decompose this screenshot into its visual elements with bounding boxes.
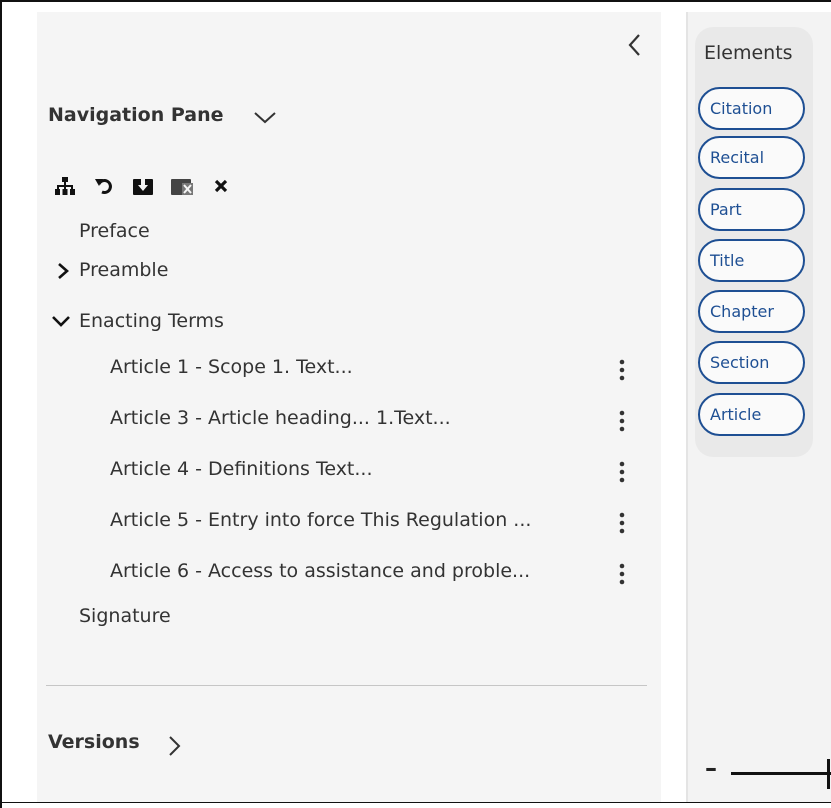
- element-chapter[interactable]: Chapter: [698, 290, 805, 333]
- element-citation[interactable]: Citation: [698, 87, 805, 130]
- element-recital[interactable]: Recital: [698, 136, 805, 179]
- tree-item-article[interactable]: Article 3 - Article heading... 1.Text...: [110, 407, 451, 429]
- tree-item-article[interactable]: Article 4 - Definitions Text...: [110, 458, 373, 480]
- navigation-panel: Navigation Pane Preface Preamble Enactin…: [37, 12, 661, 802]
- chevron-right-icon[interactable]: [165, 733, 185, 759]
- element-article[interactable]: Article: [698, 393, 805, 436]
- element-section[interactable]: Section: [698, 341, 805, 384]
- tree-item-article[interactable]: Article 6 - Access to assistance and pro…: [110, 560, 530, 582]
- chevron-right-icon[interactable]: [53, 261, 73, 281]
- elements-panel: Elements Citation Recital Part Title Cha…: [688, 12, 831, 802]
- more-options-icon[interactable]: [617, 358, 627, 382]
- panel-gutter: [661, 12, 687, 802]
- elements-title: Elements: [704, 42, 793, 64]
- more-options-icon[interactable]: [617, 409, 627, 433]
- chevron-down-icon[interactable]: [250, 108, 280, 128]
- versions-title[interactable]: Versions: [48, 731, 140, 753]
- tree-item-article[interactable]: Article 1 - Scope 1. Text...: [110, 356, 353, 378]
- element-title[interactable]: Title: [698, 239, 805, 282]
- zoom-slider-thumb[interactable]: [827, 759, 830, 789]
- tree-item-enacting-terms[interactable]: Enacting Terms: [79, 310, 224, 332]
- more-options-icon[interactable]: [617, 511, 627, 535]
- navigation-pane-title: Navigation Pane: [48, 104, 224, 126]
- chevron-left-icon[interactable]: [623, 32, 645, 60]
- section-divider: [46, 685, 647, 686]
- more-options-icon[interactable]: [617, 460, 627, 484]
- close-icon[interactable]: [210, 175, 232, 197]
- tree-item-preface[interactable]: Preface: [79, 220, 150, 242]
- navigation-toolbar: [54, 172, 249, 200]
- more-options-icon[interactable]: [617, 562, 627, 586]
- remove-box-icon[interactable]: [171, 175, 193, 197]
- zoom-slider-track[interactable]: [731, 772, 831, 775]
- tree-item-article[interactable]: Article 5 - Entry into force This Regula…: [110, 509, 531, 531]
- element-part[interactable]: Part: [698, 188, 805, 231]
- window-bottom-border: [0, 802, 831, 803]
- zoom-out-icon[interactable]: –: [705, 754, 717, 782]
- tree-item-signature[interactable]: Signature: [79, 605, 171, 627]
- download-box-icon[interactable]: [132, 175, 154, 197]
- tree-item-preamble[interactable]: Preamble: [79, 259, 168, 281]
- chevron-down-icon[interactable]: [51, 311, 71, 331]
- hierarchy-icon[interactable]: [54, 175, 76, 197]
- undo-icon[interactable]: [93, 175, 115, 197]
